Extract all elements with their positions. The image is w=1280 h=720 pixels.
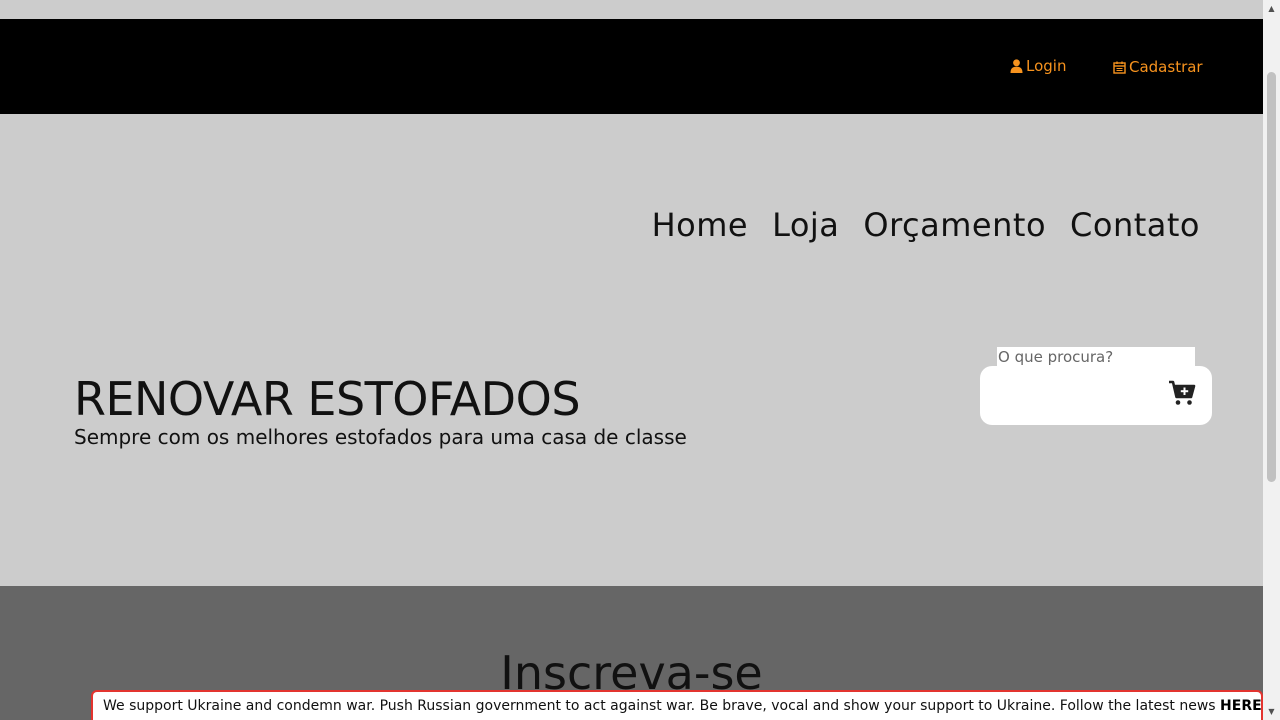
top-gap [0,0,1263,19]
hero-subtitle: Sempre com os melhores estofados para um… [74,425,687,449]
register-link[interactable]: Cadastrar [1113,58,1203,76]
login-link[interactable]: Login [1010,57,1066,75]
hero-title: RENOVAR ESTOFADOS [74,372,581,426]
cart-plus-icon[interactable] [1168,380,1196,410]
nav-loja[interactable]: Loja [772,206,839,244]
top-bar: Login Cadastrar [0,19,1263,114]
nav-contato[interactable]: Contato [1070,206,1200,244]
hero-section: Home Loja Orçamento Contato RENOVAR ESTO… [0,114,1263,586]
scroll-thumb[interactable] [1267,72,1276,482]
banner-text: We support Ukraine and condemn war. Push… [103,698,1216,714]
ukraine-banner: We support Ukraine and condemn war. Push… [91,690,1263,720]
cart-box [980,366,1212,425]
calendar-icon [1113,61,1126,74]
main-nav: Home Loja Orçamento Contato [652,206,1200,244]
user-icon [1010,59,1023,73]
register-label: Cadastrar [1129,58,1203,76]
banner-link[interactable]: HERE [1220,698,1261,714]
scrollbar[interactable]: ▲ ▼ [1263,0,1280,720]
nav-home[interactable]: Home [652,206,749,244]
nav-orcamento[interactable]: Orçamento [863,206,1046,244]
scroll-up-icon[interactable]: ▲ [1263,0,1280,17]
page: Login Cadastrar Home Loja Orçamento Cont… [0,0,1263,720]
login-label: Login [1026,57,1067,75]
scroll-down-icon[interactable]: ▼ [1263,703,1280,720]
search-input[interactable] [997,347,1195,366]
